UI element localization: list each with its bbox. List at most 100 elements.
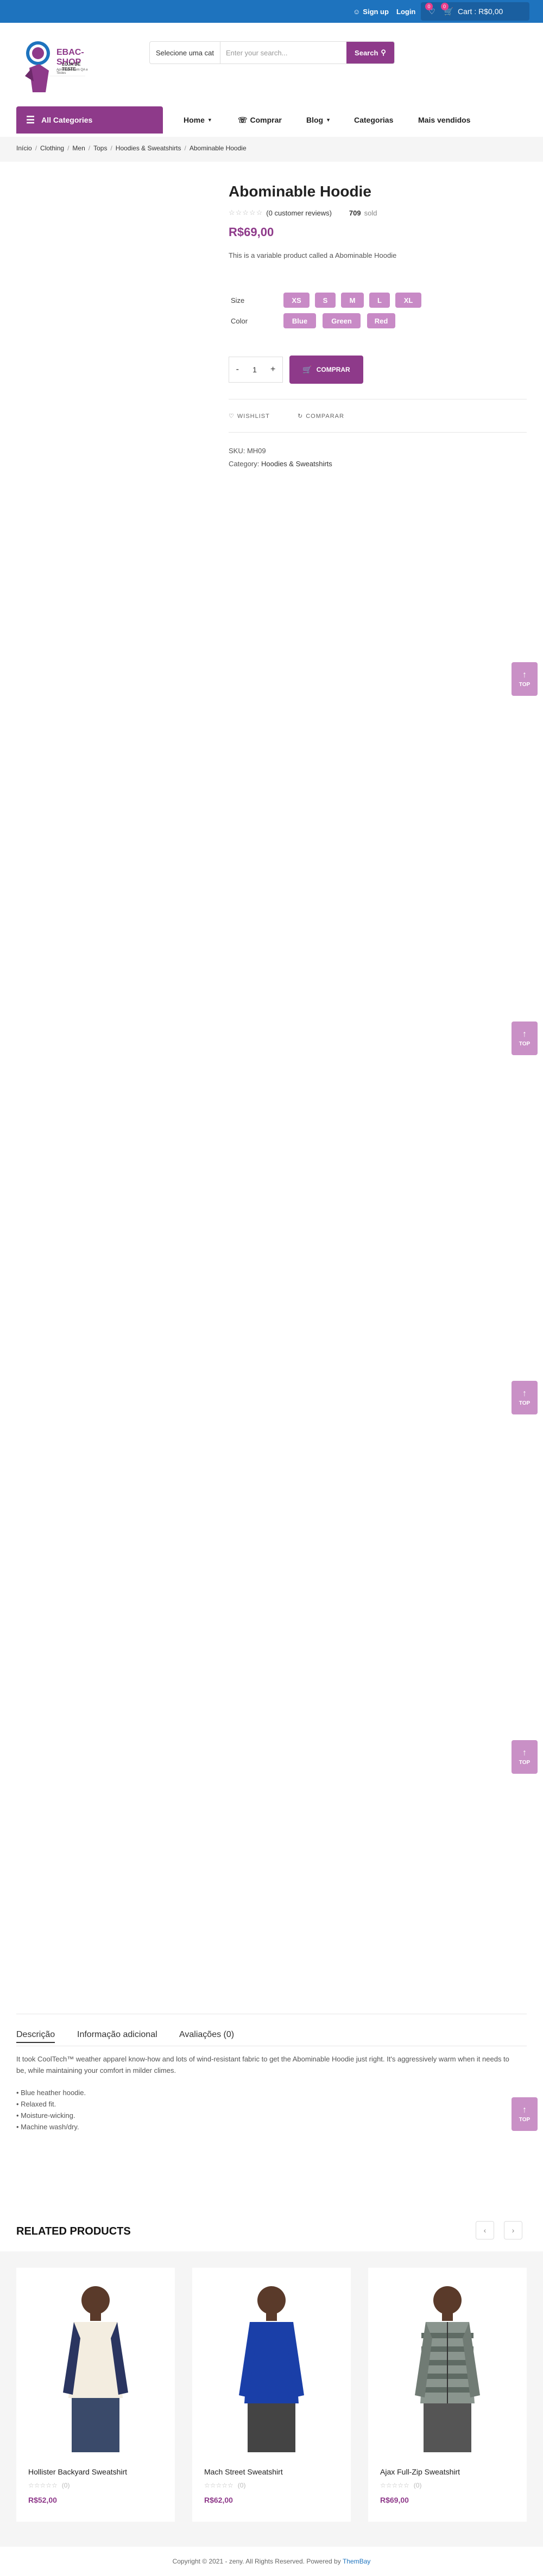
breadcrumb-current: Abominable Hoodie [189, 144, 247, 152]
breadcrumb-separator: / [35, 144, 37, 152]
decrease-qty-button[interactable]: - [236, 365, 239, 375]
star-rating-icon: ☆☆☆☆☆ [229, 208, 263, 217]
user-icon: ☺ [353, 8, 361, 16]
nav-comprar-label: Comprar [250, 116, 282, 124]
star-rating-icon: ☆☆☆☆☆ [204, 2482, 233, 2489]
copyright-text: Copyright © 2021 - zeny. All Rights Rese… [172, 2558, 341, 2565]
nav-categorias-label: Categorias [354, 116, 394, 124]
buy-button[interactable]: 🛒 COMPRAR [289, 356, 363, 384]
next-arrow-button[interactable]: › [504, 2221, 522, 2239]
prev-arrow-button[interactable]: ‹ [476, 2221, 494, 2239]
description-text: It took CoolTech™ weather apparel know-h… [16, 2055, 509, 2074]
sweatshirt-model-image [239, 2286, 304, 2452]
sold-count: 709 [349, 208, 361, 217]
category-label: Category: [229, 460, 260, 468]
back-to-top-button[interactable]: ↑ TOP [512, 1740, 538, 1774]
caret-down-icon: ▼ [207, 117, 212, 123]
nav-home-label: Home [184, 116, 205, 124]
heart-icon[interactable]: ♡ 0 [425, 2, 435, 16]
headset-icon: ☏ [238, 115, 248, 124]
wishlist-count-badge: 0 [425, 2, 433, 10]
chevron-left-icon: ‹ [483, 2226, 487, 2235]
size-swatch-xs[interactable]: XS [283, 293, 310, 308]
all-categories-label: All Categories [41, 116, 93, 124]
tab-informacao-adicional[interactable]: Informação adicional [77, 2030, 157, 2040]
breadcrumb-item[interactable]: Clothing [40, 144, 64, 152]
breadcrumb-separator: / [88, 144, 91, 152]
all-categories-button[interactable]: ☰ All Categories [16, 106, 163, 134]
description-bullet: • Blue heather hoodie. [16, 2089, 86, 2097]
size-swatch-m[interactable]: M [341, 293, 364, 308]
product-image[interactable] [198, 2273, 345, 2458]
logo-tagline: Aprendendo em QA e Testes [56, 68, 88, 75]
back-to-top-button[interactable]: ↑ TOP [512, 1021, 538, 1055]
size-swatch-l[interactable]: L [369, 293, 390, 308]
product-price: R$52,00 [28, 2496, 57, 2504]
nav-mais-vendidos[interactable]: Mais vendidos [418, 106, 470, 134]
category-select[interactable]: Selecione uma cat [150, 42, 220, 64]
breadcrumb-item[interactable]: Men [72, 144, 85, 152]
footer-link[interactable]: ThemBay [343, 2558, 370, 2565]
review-count: (0) [237, 2482, 246, 2489]
arrow-up-icon: ↑ [522, 2105, 527, 2115]
breadcrumb: Início / Clothing / Men / Tops / Hoodies & S… [16, 144, 247, 152]
back-to-top-button[interactable]: ↑ TOP [512, 1381, 538, 1414]
back-to-top-button[interactable]: ↑ TOP [512, 662, 538, 696]
product-name[interactable]: Mach Street Sweatshirt [204, 2467, 283, 2476]
color-swatch-red[interactable]: Red [367, 313, 395, 328]
color-swatch-blue[interactable]: Blue [283, 313, 316, 328]
search-bar: Selecione uma cat Enter your search... S… [149, 41, 395, 64]
product-rating: ☆☆☆☆☆ (0 customer reviews) 709 sold [229, 208, 377, 217]
size-swatch-s[interactable]: S [315, 293, 336, 308]
signup-link[interactable]: ☺ Sign up [353, 8, 389, 16]
cart-button[interactable]: ♡ 0 🛒 0 Cart : R$0,00 [421, 2, 529, 21]
color-label: Color [231, 317, 248, 325]
footer: Copyright © 2021 - zeny. All Rights Rese… [0, 2547, 543, 2576]
quantity-stepper: - 1 + [229, 357, 283, 383]
nav-categorias[interactable]: Categorias [354, 106, 393, 134]
breadcrumb-item[interactable]: Hoodies & Sweatshirts [116, 144, 181, 152]
product-card[interactable]: Hollister Backyard Sweatshirt ☆☆☆☆☆ (0) R… [16, 2268, 175, 2522]
tab-descricao[interactable]: Descrição [16, 2030, 55, 2043]
color-swatch-green[interactable]: Green [323, 313, 361, 328]
search-button[interactable]: Search ⚲ [346, 42, 394, 64]
back-to-top-button[interactable]: ↑ TOP [512, 2097, 538, 2131]
login-label: Login [396, 8, 416, 16]
size-swatch-xl[interactable]: XL [395, 293, 421, 308]
product-image[interactable] [22, 2273, 169, 2458]
breadcrumb-item[interactable]: Início [16, 144, 32, 152]
breadcrumb-separator: / [67, 144, 70, 152]
description-bullet: • Relaxed fit. [16, 2100, 56, 2108]
product-price: R$69,00 [380, 2496, 409, 2504]
review-count: (0) [61, 2482, 70, 2489]
nav-comprar[interactable]: ☏ Comprar [238, 106, 282, 134]
search-input[interactable]: Enter your search... [220, 42, 346, 64]
breadcrumb-separator: / [110, 144, 112, 152]
sweatshirt-model-image [63, 2286, 128, 2452]
product-image[interactable] [374, 2273, 521, 2458]
size-label: Size [231, 296, 245, 304]
login-link[interactable]: Login [396, 8, 415, 16]
review-count-link[interactable]: (0 customer reviews) [266, 209, 332, 217]
category-link[interactable]: Hoodies & Sweatshirts [261, 460, 332, 468]
product-card[interactable]: Ajax Full-Zip Sweatshirt ☆☆☆☆☆ (0) R$69,0… [368, 2268, 527, 2522]
product-rating: ☆☆☆☆☆ (0) [28, 2482, 70, 2489]
top-label: TOP [519, 1760, 531, 1766]
nav-blog[interactable]: Blog ▼ [306, 106, 331, 134]
nav-mais-vendidos-label: Mais vendidos [418, 116, 471, 124]
compare-button[interactable]: ↻ COMPARAR [298, 413, 344, 420]
increase-qty-button[interactable]: + [270, 365, 275, 375]
product-name[interactable]: Ajax Full-Zip Sweatshirt [380, 2467, 460, 2476]
arrow-up-icon: ↑ [522, 1748, 527, 1757]
qty-value[interactable]: 1 [252, 365, 257, 374]
product-card[interactable]: Mach Street Sweatshirt ☆☆☆☆☆ (0) R$62,00 [192, 2268, 351, 2522]
wishlist-button[interactable]: ♡ WISHLIST [229, 413, 270, 420]
nav-home[interactable]: Home ▼ [184, 106, 212, 134]
site-logo[interactable]: EBAC-SHOP LOJA DE TESTE Aprendendo em QA… [17, 38, 88, 98]
star-rating-icon: ☆☆☆☆☆ [28, 2482, 58, 2489]
breadcrumb-item[interactable]: Tops [93, 144, 107, 152]
product-name[interactable]: Hollister Backyard Sweatshirt [28, 2467, 127, 2476]
refresh-icon: ↻ [298, 413, 304, 420]
caret-down-icon: ▼ [326, 117, 331, 123]
tab-avaliacoes[interactable]: Avaliações (0) [179, 2030, 234, 2040]
